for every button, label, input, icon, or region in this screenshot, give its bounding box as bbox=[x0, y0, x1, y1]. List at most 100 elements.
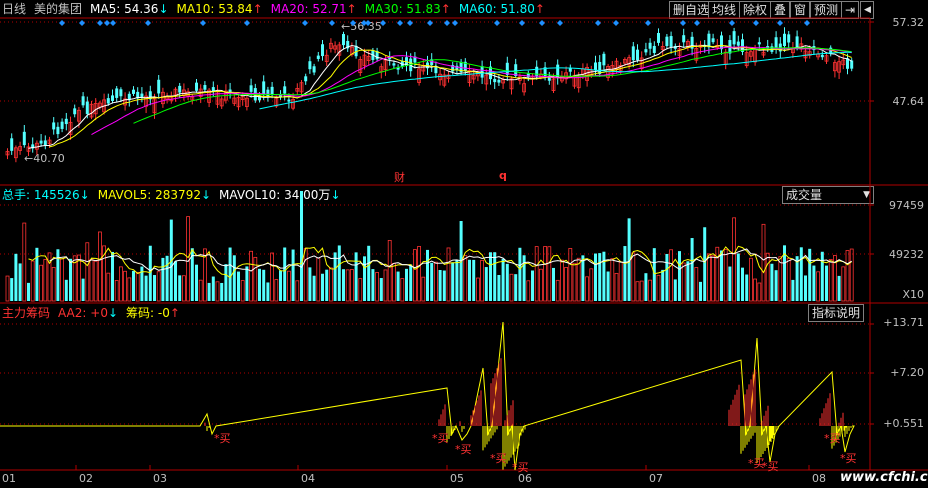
volume-bar bbox=[816, 271, 820, 302]
candle-body bbox=[64, 118, 68, 125]
event-diamond-icon bbox=[427, 20, 433, 26]
volume-bar bbox=[745, 274, 749, 301]
volume-bar bbox=[623, 246, 627, 301]
volume-bar bbox=[165, 255, 169, 301]
volume-bar bbox=[552, 267, 555, 301]
volume-bar bbox=[602, 251, 606, 301]
volume-bar bbox=[585, 276, 589, 302]
volume-bar bbox=[433, 261, 438, 302]
volume-bar bbox=[89, 259, 94, 302]
volume-bar bbox=[849, 248, 854, 302]
candle-body bbox=[132, 89, 135, 94]
volume-bar bbox=[283, 247, 287, 301]
candle-body bbox=[636, 49, 639, 61]
volume-bar bbox=[656, 274, 661, 302]
volume-bar bbox=[77, 254, 81, 302]
event-diamond-icon bbox=[777, 20, 783, 26]
volume-bar bbox=[178, 275, 182, 301]
volume-bar bbox=[761, 223, 766, 302]
candle-body bbox=[568, 68, 572, 72]
volume-bar bbox=[669, 249, 673, 302]
volume-bar bbox=[220, 282, 224, 301]
volume-bar bbox=[715, 246, 720, 302]
volume-bar bbox=[749, 257, 753, 302]
volume-bar bbox=[51, 266, 56, 302]
volume-bar bbox=[770, 263, 774, 301]
volume-bar bbox=[489, 252, 492, 301]
event-diamond-icon bbox=[694, 20, 700, 26]
volume-bar bbox=[791, 279, 795, 301]
candle-body bbox=[602, 53, 606, 66]
volume-bar bbox=[480, 259, 485, 302]
candle-body bbox=[81, 96, 85, 106]
volume-bar bbox=[148, 245, 152, 301]
volume-bar bbox=[736, 253, 740, 301]
volume-bar bbox=[135, 271, 140, 302]
candle-body bbox=[720, 35, 723, 50]
volume-bar bbox=[635, 281, 640, 302]
event-diamond-icon bbox=[104, 20, 110, 26]
volume-bar bbox=[568, 248, 573, 302]
volume-bar bbox=[463, 255, 468, 302]
volume-bar bbox=[808, 248, 812, 301]
event-diamond-icon bbox=[595, 20, 601, 26]
volume-bar bbox=[405, 268, 408, 301]
volume-bar bbox=[186, 216, 191, 302]
volume-bar bbox=[694, 267, 699, 302]
event-diamond-icon bbox=[444, 20, 450, 26]
volume-bar bbox=[678, 251, 681, 301]
candle-body bbox=[85, 101, 89, 115]
event-diamond-icon bbox=[350, 20, 356, 26]
volume-bar bbox=[711, 255, 715, 302]
volume-bar bbox=[333, 252, 337, 301]
volume-bar bbox=[358, 278, 363, 302]
volume-bar bbox=[258, 268, 261, 301]
volume-bar bbox=[10, 278, 14, 301]
volume-bar bbox=[606, 271, 610, 301]
volume-bar bbox=[249, 250, 254, 302]
volume-bar bbox=[153, 275, 156, 301]
volume-bar bbox=[371, 269, 375, 301]
volume-bar bbox=[795, 256, 799, 301]
volume-bar bbox=[22, 222, 27, 302]
stock-chart-canvas[interactable]: *买 *买*买*买*买 *买*买*买*买 bbox=[0, 0, 928, 488]
volume-bar bbox=[354, 252, 358, 301]
candle-body bbox=[707, 33, 711, 48]
volume-bar bbox=[106, 272, 111, 302]
volume-bar bbox=[845, 250, 850, 302]
volume-bar bbox=[387, 239, 392, 302]
candle-body bbox=[757, 42, 761, 45]
event-diamond-icon bbox=[244, 20, 250, 26]
buy-signal-label: *买 bbox=[840, 452, 857, 465]
volume-bar bbox=[316, 257, 321, 302]
volume-bar bbox=[291, 249, 295, 301]
candle-body bbox=[535, 66, 539, 77]
volume-bar bbox=[161, 257, 165, 301]
volume-bar bbox=[328, 267, 333, 302]
volume-bar bbox=[308, 267, 312, 301]
volume-bar bbox=[665, 253, 669, 301]
volume-bar bbox=[279, 270, 282, 301]
volume-bar bbox=[426, 249, 429, 301]
candle-body bbox=[312, 66, 316, 73]
volume-bar bbox=[539, 268, 543, 302]
volume-bar bbox=[240, 280, 245, 302]
volume-bar bbox=[274, 279, 279, 302]
volume-bar bbox=[581, 255, 585, 301]
volume-bar bbox=[639, 280, 644, 302]
candle-body bbox=[22, 131, 26, 146]
candle-body bbox=[493, 78, 497, 83]
candle-body bbox=[287, 99, 291, 102]
event-diamond-icon bbox=[452, 20, 458, 26]
volume-bar bbox=[111, 251, 114, 301]
candle-body bbox=[787, 34, 791, 43]
volume-bar bbox=[266, 282, 270, 301]
volume-bar bbox=[618, 261, 623, 302]
volume-bar bbox=[98, 231, 102, 302]
candle-body bbox=[820, 54, 824, 58]
volume-bar bbox=[81, 278, 85, 301]
volume-bar bbox=[30, 260, 35, 302]
volume-bar bbox=[614, 272, 619, 302]
candle-body bbox=[60, 121, 64, 129]
ma5-line bbox=[28, 44, 852, 149]
